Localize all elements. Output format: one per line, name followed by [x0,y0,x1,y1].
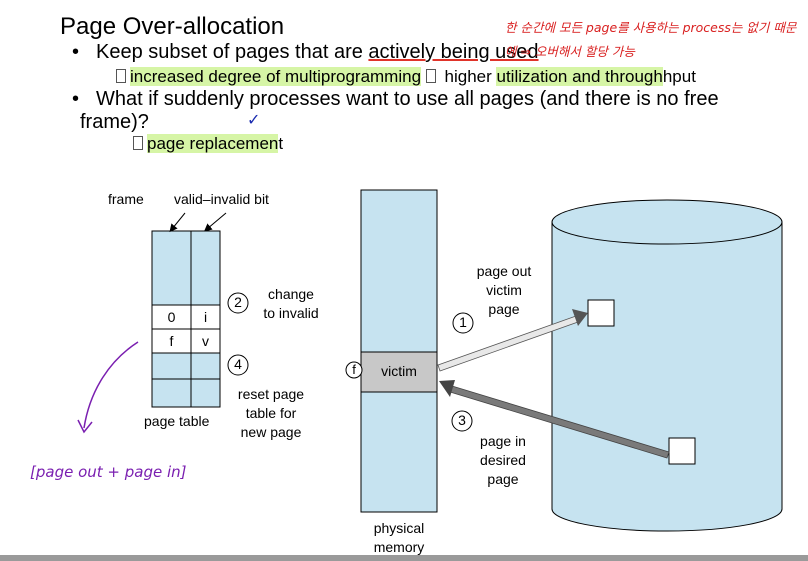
pagein-line1: page in [480,433,526,449]
pagein-line3: page [487,471,519,487]
pagein-line2: desired [480,452,526,468]
physical-memory-label: physical memory [356,519,442,557]
step-4-number: 4 [234,356,242,372]
reset-line1: reset page [237,386,305,402]
page-replacement-diagram [77,189,783,532]
frame-pointer-arrow [169,212,186,233]
page-table-row-1-frame: 0 [167,309,176,325]
reset-line2: table for [245,405,297,421]
physical-memory-box [360,189,438,513]
pageout-line2: victim [486,282,522,298]
change-to-invalid-label: change to invalid [256,285,326,323]
step-3-number: 3 [458,412,466,428]
reset-line3: new page [240,424,302,440]
disk-top [551,199,783,245]
physical-line1: physical [373,520,425,536]
victim-slot-on-disk [587,299,615,327]
pageout-line1: page out [476,263,532,279]
page-out-victim-label: page out victim page [466,262,542,319]
physical-line2: memory [373,539,425,555]
page-table-label: page table [144,413,210,429]
step-2-number: 2 [234,294,242,310]
page-in-desired-label: page in desired page [468,432,538,489]
purple-curve-arrow [83,341,139,429]
change-line2: to invalid [263,305,319,321]
victim-label: victim [381,363,417,379]
change-line1: change [268,286,314,302]
slide-bottom-border [0,555,808,561]
desired-slot-on-disk [668,437,696,465]
valid-invalid-bit-label: valid–invalid bit [174,191,269,207]
page-table-row-2-bit: v [202,333,209,349]
bit-pointer-arrow [203,212,227,232]
disk-body [551,222,783,532]
f-marker: f [352,362,356,377]
page-table-row-2-frame: f [169,333,174,349]
page-table-row-1-bit: i [203,309,208,325]
frame-label: frame [108,191,144,207]
pageout-line3: page [488,301,520,317]
reset-page-table-label: reset page table for new page [231,385,311,442]
